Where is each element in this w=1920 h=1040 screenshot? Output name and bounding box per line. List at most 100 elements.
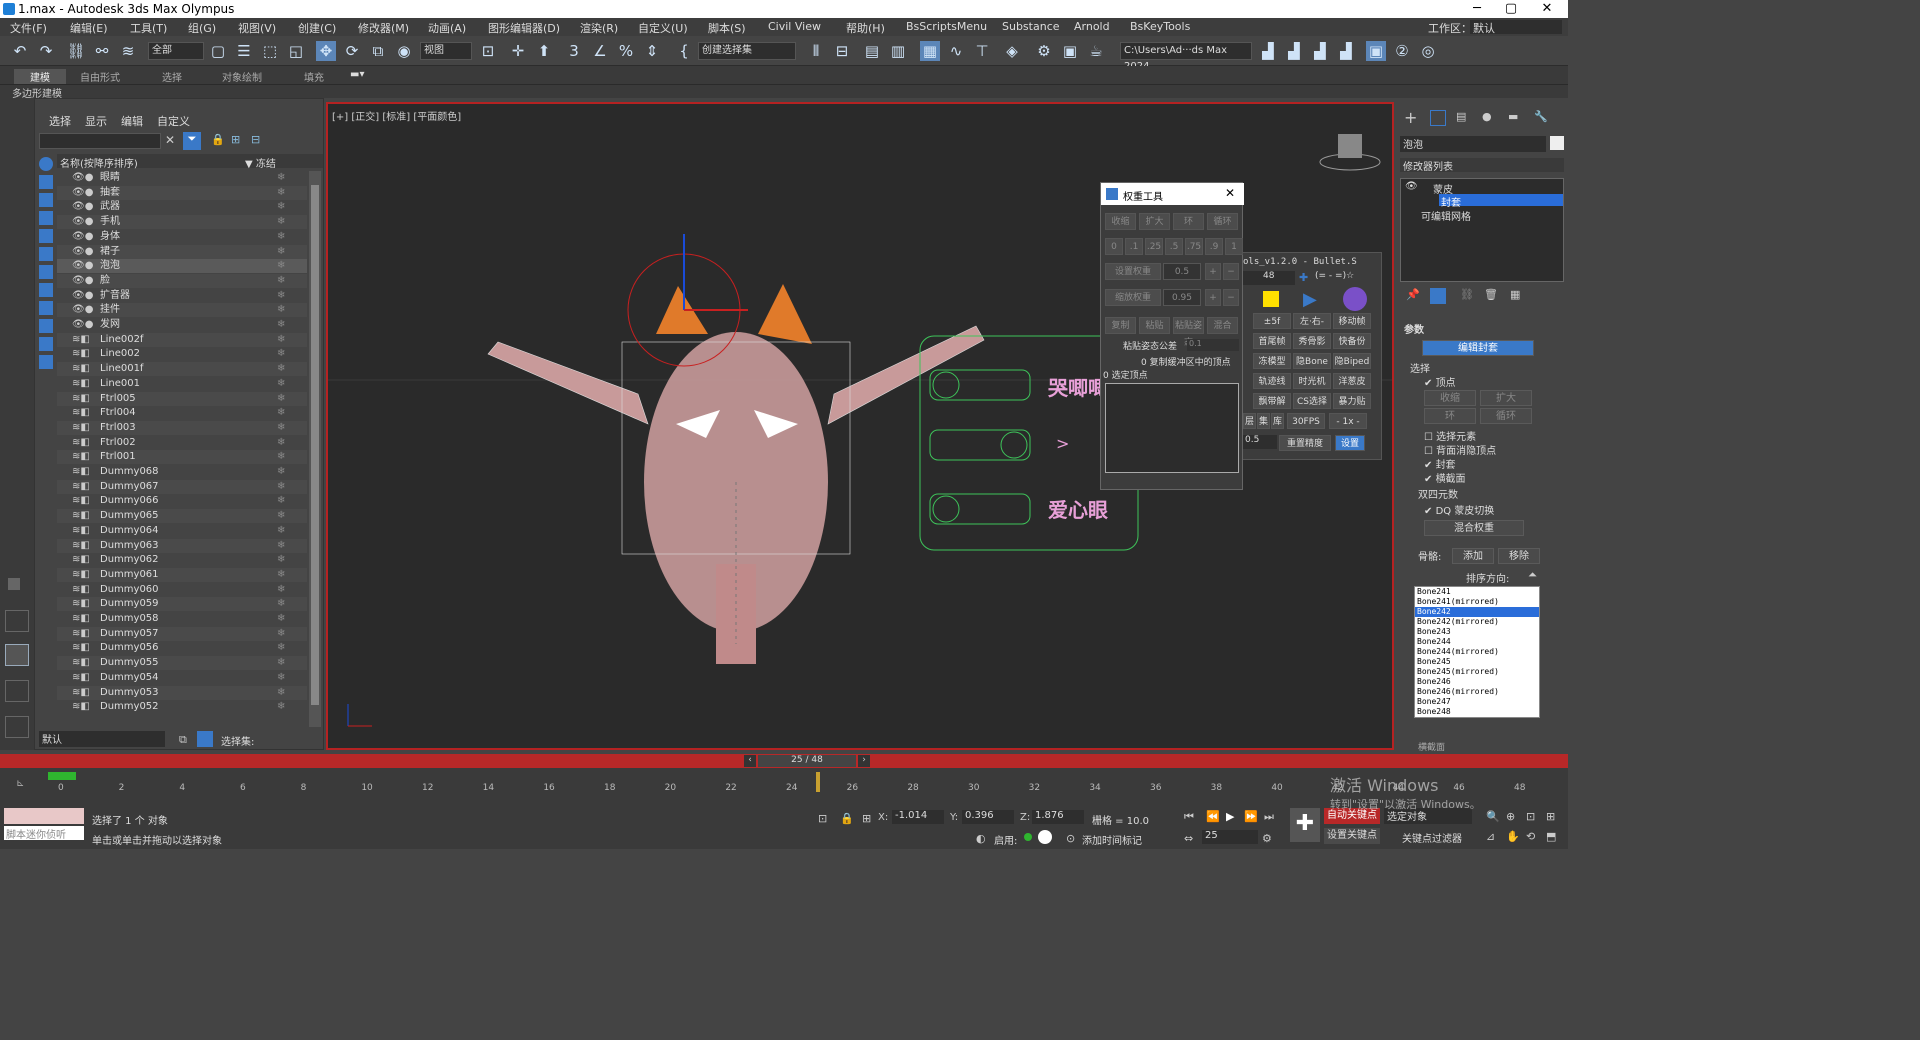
freeze-icon[interactable]: ❄: [277, 392, 285, 406]
absolute-mode-icon[interactable]: ⊞: [862, 812, 871, 825]
geometry-filter-icon[interactable]: [39, 157, 53, 171]
scene-row[interactable]: ≋◧ Dummy066 ❄: [57, 494, 307, 508]
scene-row[interactable]: ≋◧ Ftrl002 ❄: [57, 436, 307, 450]
visibility-icon[interactable]: 👁●: [72, 274, 93, 288]
configure-sets-icon[interactable]: ▦: [1510, 288, 1520, 301]
hierarchy-icon[interactable]: ⊞: [231, 133, 240, 146]
object-type-icon[interactable]: ≋◧: [72, 686, 90, 700]
scene-row[interactable]: 👁● 扩音器 ❄: [57, 289, 307, 303]
snap-3d-icon[interactable]: 3: [564, 41, 584, 61]
scale-icon[interactable]: ⧉: [368, 41, 388, 61]
scene-row[interactable]: 👁● 挂件 ❄: [57, 303, 307, 318]
tab-modeling[interactable]: 建模: [14, 69, 66, 84]
utilities-tab-icon[interactable]: 🔧: [1534, 110, 1548, 123]
weight-copy-button-3[interactable]: 混合: [1207, 317, 1238, 334]
scene-menu-edit[interactable]: 编辑: [121, 113, 143, 129]
layout-icon-2[interactable]: [5, 644, 29, 666]
scene-row[interactable]: ≋◧ Dummy057 ❄: [57, 626, 307, 641]
orb-icon[interactable]: [1343, 287, 1367, 311]
menu-tools[interactable]: 工具(T): [130, 20, 167, 36]
object-type-icon[interactable]: ≋◧: [72, 494, 90, 508]
freeze-icon[interactable]: ❄: [277, 553, 285, 567]
bind-spacewarp-icon[interactable]: ≋: [118, 41, 138, 61]
slider-heart[interactable]: [929, 493, 1031, 525]
menu-edit[interactable]: 编辑(E): [70, 20, 108, 36]
bstools-button[interactable]: 隐Bone: [1293, 353, 1331, 369]
object-type-icon[interactable]: ≋◧: [72, 553, 90, 567]
pan-icon[interactable]: ✋: [1506, 830, 1520, 843]
scale-plus-button[interactable]: +: [1205, 289, 1221, 306]
scene-row[interactable]: 👁● 武器 ❄: [57, 200, 307, 214]
select-by-name-icon[interactable]: ☰: [234, 41, 254, 61]
scene-row[interactable]: ≋◧ Ftrl004 ❄: [57, 406, 307, 420]
bstools-button[interactable]: 左·右-: [1293, 313, 1331, 329]
weight-copy-button-0[interactable]: 复制: [1105, 317, 1136, 334]
show-end-result-icon[interactable]: [1430, 288, 1446, 304]
menu-arnold[interactable]: Arnold: [1074, 20, 1110, 33]
object-type-icon[interactable]: ≋◧: [72, 539, 90, 553]
menu-file[interactable]: 文件(F): [10, 20, 47, 36]
bone-list-item[interactable]: Bone242: [1415, 607, 1539, 617]
menu-civil-view[interactable]: Civil View: [768, 20, 821, 33]
bstools-button[interactable]: 集: [1257, 413, 1270, 429]
cross-sections-checkbox[interactable]: ✔ 横截面: [1424, 470, 1466, 485]
material-editor-icon[interactable]: ◈: [1002, 41, 1022, 61]
weight-plus-button[interactable]: +: [1205, 263, 1221, 280]
object-type-icon[interactable]: ≋◧: [72, 656, 90, 670]
freeze-icon[interactable]: ❄: [277, 494, 285, 508]
scene-row[interactable]: ≋◧ Dummy064 ❄: [57, 524, 307, 538]
freeze-icon[interactable]: ❄: [277, 686, 285, 700]
zoom-all-icon[interactable]: ⊕: [1506, 810, 1515, 823]
object-type-icon[interactable]: ≋◧: [72, 421, 90, 435]
add-bone-button[interactable]: 添加: [1452, 548, 1494, 564]
freeze-icon[interactable]: ❄: [277, 480, 285, 494]
weight-copy-button-1[interactable]: 粘贴: [1139, 317, 1170, 334]
undo-icon[interactable]: ↶: [10, 41, 30, 61]
bone-list-item[interactable]: Bone246: [1415, 677, 1539, 687]
bone-list-item[interactable]: Bone243: [1415, 627, 1539, 637]
project-icon-2[interactable]: ▟: [1284, 41, 1304, 61]
menu-bsscripts[interactable]: BsScriptsMenu: [906, 20, 987, 33]
weight-op-button-3[interactable]: 循环: [1207, 213, 1238, 230]
vertex-weight-list[interactable]: [1105, 383, 1239, 473]
freeze-column[interactable]: ▼ 冻结: [245, 155, 276, 170]
object-type-icon[interactable]: ≋◧: [72, 524, 90, 538]
weight-preset-button-2[interactable]: .25: [1145, 238, 1163, 255]
object-type-icon[interactable]: ≋◧: [72, 392, 90, 406]
visibility-icon[interactable]: 👁●: [72, 259, 93, 273]
menu-scripting[interactable]: 脚本(S): [708, 20, 746, 36]
time-slider[interactable]: 25 / 48: [758, 755, 856, 767]
menu-create[interactable]: 创建(C): [298, 20, 336, 36]
render-setup-icon[interactable]: ⚙: [1034, 41, 1054, 61]
bone-list-item[interactable]: Bone244(mirrored): [1415, 647, 1539, 657]
scene-explorer-icon[interactable]: ▦: [920, 41, 940, 61]
bstools-button[interactable]: 首尾帧: [1253, 333, 1291, 349]
object-type-icon[interactable]: ≋◧: [72, 362, 90, 376]
freeze-icon[interactable]: ❄: [277, 524, 285, 538]
freeze-icon[interactable]: ❄: [277, 436, 285, 450]
modify-tab-icon[interactable]: [1430, 110, 1446, 126]
freeze-icon[interactable]: ❄: [277, 259, 285, 273]
loop-button[interactable]: 循环: [1480, 408, 1532, 424]
bstools-button[interactable]: 库: [1271, 413, 1284, 429]
scene-row[interactable]: ≋◧ Dummy056 ❄: [57, 641, 307, 655]
freeze-icon[interactable]: ❄: [277, 671, 285, 685]
freeze-icon[interactable]: ❄: [277, 200, 285, 214]
make-unique-icon[interactable]: ⛓: [1460, 288, 1474, 301]
unlink-icon[interactable]: ⚯: [92, 41, 112, 61]
curve-editor-icon[interactable]: ∿: [946, 41, 966, 61]
backface-checkbox[interactable]: ☐ 背面消隐顶点: [1424, 442, 1496, 457]
scene-row[interactable]: ≋◧ Dummy068 ❄: [57, 465, 307, 479]
object-type-icon[interactable]: ≋◧: [72, 406, 90, 420]
object-name-input[interactable]: 泡泡: [1400, 136, 1546, 152]
menu-group[interactable]: 组(G): [188, 20, 216, 36]
bone-list-item[interactable]: Bone248: [1415, 707, 1539, 717]
bstools-button[interactable]: 层: [1243, 413, 1256, 429]
play-icon[interactable]: ▶: [1303, 289, 1323, 310]
next-frame-icon[interactable]: ›: [858, 755, 870, 767]
scene-row[interactable]: ≋◧ Line002f ❄: [57, 332, 307, 347]
freeze-icon[interactable]: ❄: [277, 656, 285, 670]
slider-mid[interactable]: [929, 429, 1031, 461]
scene-row[interactable]: ≋◧ Line002 ❄: [57, 347, 307, 361]
project-icon-1[interactable]: ▟: [1258, 41, 1278, 61]
